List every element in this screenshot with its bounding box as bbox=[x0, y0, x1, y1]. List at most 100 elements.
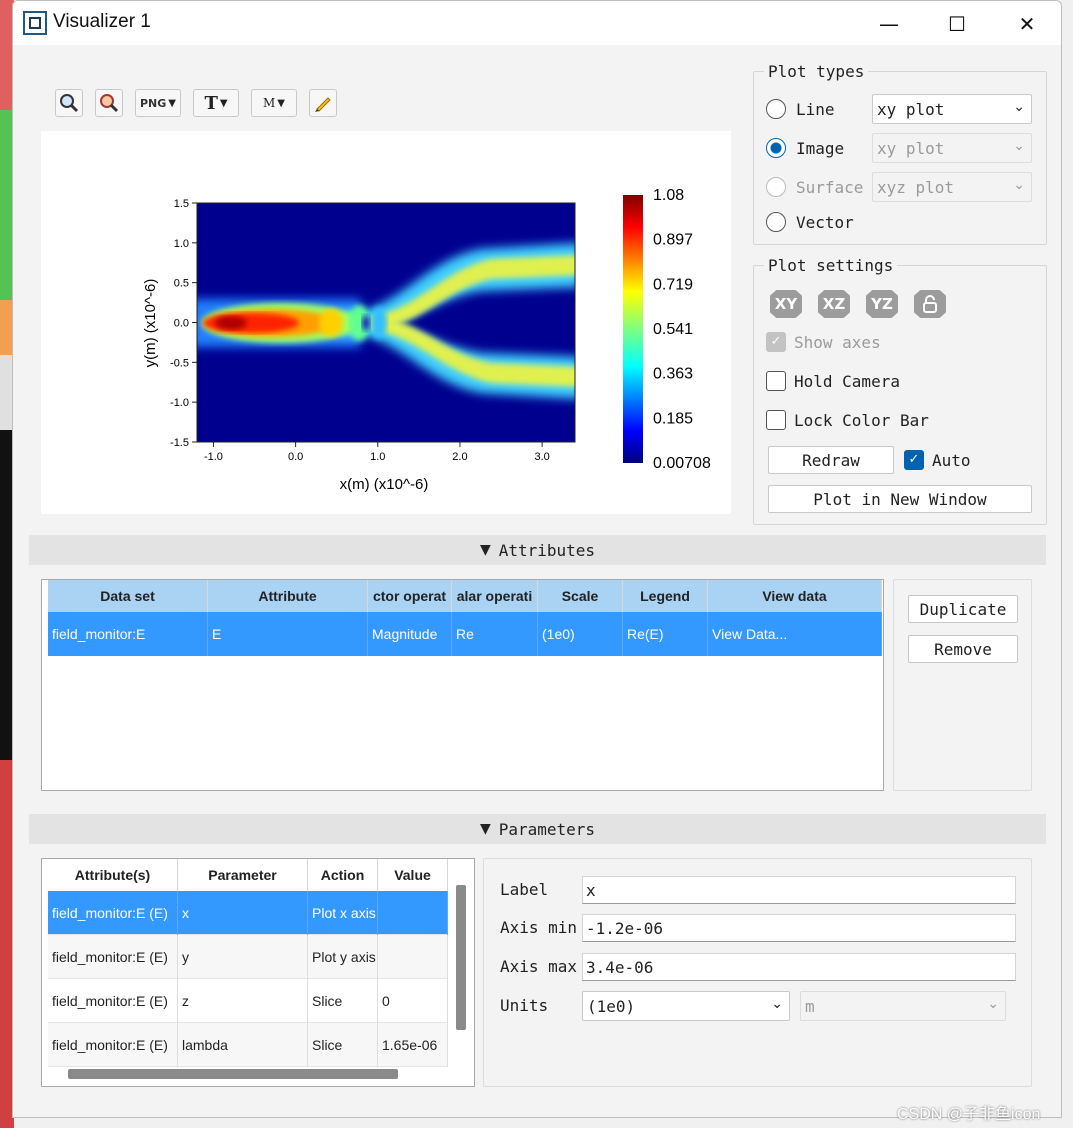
auto-checkbox[interactable]: ✓ bbox=[904, 450, 924, 470]
title-bar: Visualizer 1 — ☐ ✕ bbox=[13, 1, 1061, 45]
colorbar bbox=[623, 195, 643, 463]
table-cell: field_monitor:E (E) bbox=[48, 935, 178, 979]
column-header[interactable]: Value bbox=[378, 859, 448, 891]
table-cell: Magnitude bbox=[368, 612, 452, 656]
colorbar-tick-label: 1.08 bbox=[653, 187, 684, 204]
parameters-header-label: Parameters bbox=[498, 819, 596, 839]
parameters-table: Attribute(s) Parameter Action Value field_m… bbox=[41, 858, 475, 1087]
show-axes-checkbox[interactable]: ✓ bbox=[766, 332, 786, 352]
table-cell: field_monitor:E (E) bbox=[48, 979, 178, 1023]
x-axis-label: x(m) (x10^-6) bbox=[340, 476, 429, 493]
axis-settings-panel: Label x Axis min -1.2e-06 Axis max 3.4e-… bbox=[483, 858, 1032, 1087]
table-cell: Slice bbox=[308, 979, 378, 1023]
units-scale-combo[interactable]: (1e0) ⌄ bbox=[582, 991, 790, 1021]
x-tick-label: 3.0 bbox=[534, 451, 549, 463]
attributes-table: Data set Attribute ctor operat alar operati… bbox=[41, 579, 884, 791]
hold-camera-checkbox[interactable] bbox=[766, 371, 786, 391]
hold-camera-label: Hold Camera bbox=[794, 372, 900, 391]
column-header[interactable]: Action bbox=[308, 859, 378, 891]
chevron-down-icon: ⌄ bbox=[987, 996, 999, 1012]
colorbar-tick-label: 0.00708 bbox=[653, 455, 711, 472]
column-header[interactable]: alar operati bbox=[452, 580, 538, 612]
x-tick-label: -1.0 bbox=[204, 451, 223, 463]
table-cell: Re bbox=[452, 612, 538, 656]
column-header[interactable]: Attribute bbox=[208, 580, 368, 612]
column-header[interactable]: Attribute(s) bbox=[48, 859, 178, 891]
axis-max-label: Axis max bbox=[500, 957, 578, 976]
xz-view-button[interactable]: XZ bbox=[818, 290, 850, 318]
text-icon: T bbox=[204, 92, 218, 114]
surface-radio[interactable] bbox=[766, 177, 786, 197]
chevron-down-icon: ⌄ bbox=[1013, 99, 1025, 115]
plot-types-group: Plot types Line xy plot ⌄ Image xy plot ⌄ … bbox=[753, 62, 1047, 245]
attributes-actions: Duplicate Remove bbox=[893, 579, 1032, 791]
yz-view-button[interactable]: YZ bbox=[866, 290, 898, 318]
image-label: Image bbox=[796, 139, 845, 158]
y-tick-label: -0.5 bbox=[170, 357, 189, 369]
surface-plot-combo[interactable]: xyz plot ⌄ bbox=[872, 172, 1032, 202]
image-radio[interactable] bbox=[766, 138, 786, 158]
line-label: Line bbox=[796, 100, 835, 119]
table-cell: Re(E) bbox=[623, 612, 708, 656]
duplicate-button[interactable]: Duplicate bbox=[908, 595, 1018, 623]
y-tick-label: 0.0 bbox=[174, 318, 189, 330]
lock-icon bbox=[923, 295, 937, 313]
zoom-extent-button[interactable] bbox=[95, 89, 123, 117]
maximize-button[interactable]: ☐ bbox=[933, 9, 981, 39]
column-header[interactable]: ctor operat bbox=[368, 580, 452, 612]
window-title: Visualizer 1 bbox=[53, 11, 151, 32]
table-cell: y bbox=[178, 935, 308, 979]
lock-view-button[interactable] bbox=[914, 290, 946, 318]
vertical-scrollbar[interactable] bbox=[456, 885, 466, 1030]
units-unit-combo[interactable]: m ⌄ bbox=[800, 991, 1006, 1021]
vector-radio[interactable] bbox=[766, 212, 786, 232]
table-cell bbox=[378, 891, 448, 935]
table-cell: E bbox=[208, 612, 368, 656]
close-button[interactable]: ✕ bbox=[1003, 9, 1051, 39]
collapse-triangle-icon: ▼ bbox=[479, 821, 491, 837]
axis-min-label: Axis min bbox=[500, 918, 578, 937]
attributes-header-label: Attributes bbox=[498, 540, 596, 560]
column-header[interactable]: Scale bbox=[538, 580, 623, 612]
auto-label: Auto bbox=[932, 451, 971, 470]
pencil-icon bbox=[315, 97, 331, 112]
x-tick-label: 0.0 bbox=[288, 451, 303, 463]
parameters-section-header[interactable]: ▼ Parameters bbox=[29, 814, 1046, 844]
table-cell: x bbox=[178, 891, 308, 935]
edit-button[interactable] bbox=[309, 89, 337, 117]
attributes-section-header[interactable]: ▼ Attributes bbox=[29, 535, 1046, 565]
y-tick-label: -1.5 bbox=[170, 437, 189, 449]
colorbar-tick-label: 0.541 bbox=[653, 321, 693, 338]
column-header[interactable]: Data set bbox=[48, 580, 208, 612]
lock-color-bar-checkbox[interactable] bbox=[766, 410, 786, 430]
column-header[interactable]: View data bbox=[708, 580, 882, 612]
movie-button[interactable]: M ▼ bbox=[251, 89, 297, 117]
heatmap-chart: -1.0 0.0 1.0 2.0 3.0 1.51.00.50.0-0.5-1.0-1.… bbox=[142, 187, 711, 493]
table-cell[interactable]: View Data... bbox=[708, 612, 882, 656]
column-header[interactable]: Legend bbox=[623, 580, 708, 612]
export-png-button[interactable]: PNG ▼ bbox=[135, 89, 181, 117]
plot-settings-group: Plot settings XY XZ YZ ✓ Show axes Hold … bbox=[753, 256, 1047, 525]
zoom-button[interactable] bbox=[55, 89, 83, 117]
xy-view-button[interactable]: XY bbox=[770, 290, 802, 318]
column-header[interactable]: Parameter bbox=[178, 859, 308, 891]
line-radio[interactable] bbox=[766, 99, 786, 119]
units-label: Units bbox=[500, 996, 549, 1015]
table-cell bbox=[378, 935, 448, 979]
axis-max-input[interactable]: 3.4e-06 bbox=[582, 953, 1016, 981]
lock-color-bar-label: Lock Color Bar bbox=[794, 411, 929, 430]
table-cell: field_monitor:E (E) bbox=[48, 891, 178, 935]
remove-button[interactable]: Remove bbox=[908, 635, 1018, 663]
minimize-button[interactable]: — bbox=[865, 9, 913, 39]
line-plot-combo[interactable]: xy plot ⌄ bbox=[872, 94, 1032, 124]
label-field-label: Label bbox=[500, 880, 549, 899]
redraw-button[interactable]: Redraw bbox=[768, 446, 894, 474]
horizontal-scrollbar[interactable] bbox=[68, 1069, 398, 1079]
plot-area[interactable]: -1.0 0.0 1.0 2.0 3.0 1.5 1.0 0.5 0.0 -0.5 -1.0 -1.… bbox=[41, 131, 731, 514]
y-axis-label: y(m) (x10^-6) bbox=[142, 279, 159, 368]
label-input[interactable]: x bbox=[582, 876, 1016, 904]
plot-new-window-button[interactable]: Plot in New Window bbox=[768, 485, 1032, 513]
axis-min-input[interactable]: -1.2e-06 bbox=[582, 914, 1016, 942]
text-annotation-button[interactable]: T ▼ bbox=[193, 89, 239, 117]
image-plot-combo[interactable]: xy plot ⌄ bbox=[872, 133, 1032, 163]
